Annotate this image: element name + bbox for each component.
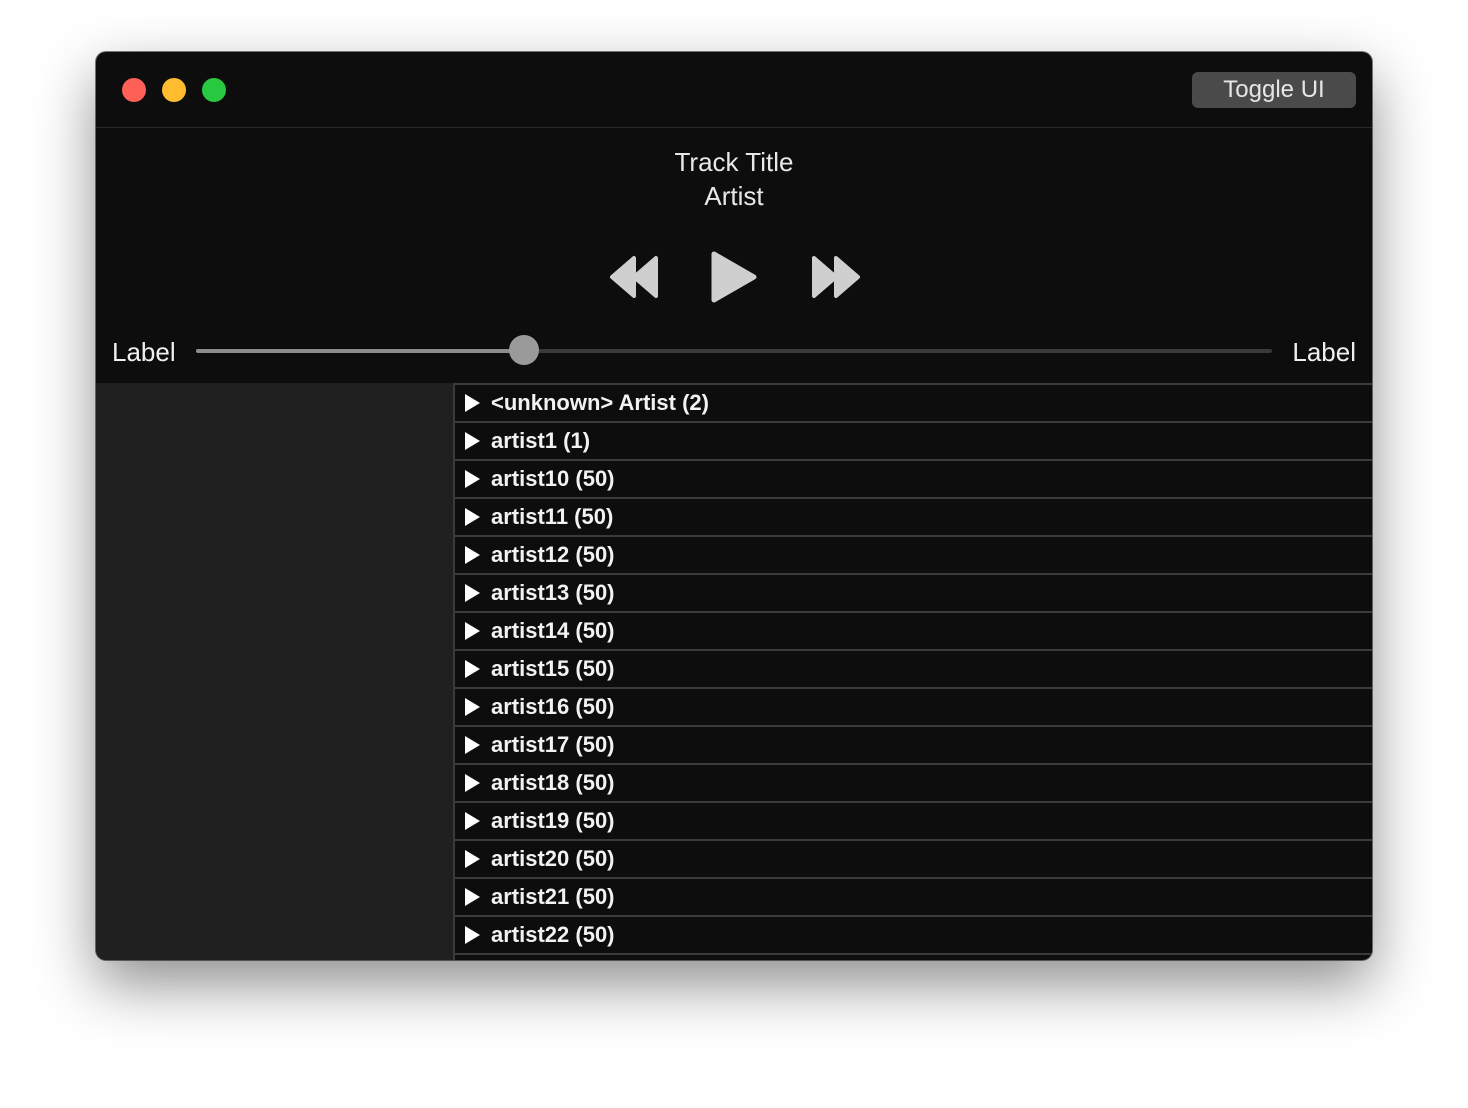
disclosure-triangle-icon[interactable] <box>465 812 480 830</box>
list-item-label: artist14 (50) <box>491 618 615 643</box>
rewind-icon <box>610 256 658 298</box>
list-item[interactable]: artist20 (50) <box>455 841 1372 879</box>
list-item-label: artist18 (50) <box>491 770 615 795</box>
list-item[interactable]: artist16 (50) <box>455 689 1372 727</box>
disclosure-triangle-icon[interactable] <box>465 622 480 640</box>
close-window-button[interactable] <box>122 78 146 102</box>
play-icon <box>711 251 757 303</box>
list-item-label: artist20 (50) <box>491 846 615 871</box>
track-artist: Artist <box>704 181 764 211</box>
maximize-window-button[interactable] <box>202 78 226 102</box>
list-item[interactable]: artist17 (50) <box>455 727 1372 765</box>
disclosure-triangle-icon[interactable] <box>465 850 480 868</box>
disclosure-triangle-icon[interactable] <box>465 508 480 526</box>
list-item-label: artist12 (50) <box>491 542 615 567</box>
disclosure-triangle-icon[interactable] <box>465 698 480 716</box>
list-item[interactable]: <unknown> Artist (2) <box>455 383 1372 423</box>
list-item-label: artist22 (50) <box>491 922 615 947</box>
progress-slider-fill <box>196 349 525 353</box>
disclosure-triangle-icon[interactable] <box>465 888 480 906</box>
sidebar <box>96 383 453 960</box>
list-item[interactable]: artist21 (50) <box>455 879 1372 917</box>
minimize-window-button[interactable] <box>162 78 186 102</box>
disclosure-triangle-icon[interactable] <box>465 470 480 488</box>
list-item[interactable]: artist13 (50) <box>455 575 1372 613</box>
list-item-label: artist13 (50) <box>491 580 615 605</box>
list-item[interactable]: artist15 (50) <box>455 651 1372 689</box>
disclosure-triangle-icon[interactable] <box>465 432 480 450</box>
disclosure-triangle-icon[interactable] <box>465 394 480 412</box>
list-item-label: artist15 (50) <box>491 656 615 681</box>
list-item-label: artist16 (50) <box>491 694 615 719</box>
list-item-label: artist11 (50) <box>491 504 614 529</box>
list-item[interactable]: artist12 (50) <box>455 537 1372 575</box>
disclosure-triangle-icon[interactable] <box>465 660 480 678</box>
title-bar: Toggle UI <box>96 52 1372 128</box>
list-item-label: artist17 (50) <box>491 732 615 757</box>
list-item-label: artist19 (50) <box>491 808 615 833</box>
artist-list: <unknown> Artist (2) artist1 (1) artist10 … <box>453 383 1372 960</box>
list-item[interactable]: artist10 (50) <box>455 461 1372 499</box>
list-item[interactable]: artist19 (50) <box>455 803 1372 841</box>
disclosure-triangle-icon[interactable] <box>465 546 480 564</box>
progress-slider[interactable] <box>196 335 1272 365</box>
list-item[interactable]: artist22 (50) <box>455 917 1372 955</box>
fast-forward-icon <box>812 256 860 298</box>
list-item-label: <unknown> Artist (2) <box>491 390 709 415</box>
elapsed-time-label: Label <box>112 337 176 367</box>
remaining-time-label: Label <box>1292 337 1356 367</box>
disclosure-triangle-icon[interactable] <box>465 926 480 944</box>
list-item[interactable]: artist18 (50) <box>455 765 1372 803</box>
list-item[interactable]: artist11 (50) <box>455 499 1372 537</box>
play-button[interactable] <box>710 250 758 304</box>
playback-controls <box>96 250 1372 304</box>
list-item[interactable]: artist14 (50) <box>455 613 1372 651</box>
toggle-ui-button[interactable]: Toggle UI <box>1192 72 1356 108</box>
disclosure-triangle-icon[interactable] <box>465 584 480 602</box>
disclosure-triangle-icon[interactable] <box>465 736 480 754</box>
track-title: Track Title <box>674 147 794 177</box>
app-window: Toggle UI Track Title Artist Label Label <box>96 52 1372 960</box>
rewind-button[interactable] <box>608 250 662 304</box>
list-item-label: artist21 (50) <box>491 884 615 909</box>
list-item-label: artist1 (1) <box>491 428 591 453</box>
progress-slider-thumb[interactable] <box>509 335 540 365</box>
list-item-label: artist10 (50) <box>491 466 615 491</box>
fast-forward-button[interactable] <box>808 250 862 304</box>
disclosure-triangle-icon[interactable] <box>465 774 480 792</box>
list-item[interactable]: artist1 (1) <box>455 423 1372 461</box>
